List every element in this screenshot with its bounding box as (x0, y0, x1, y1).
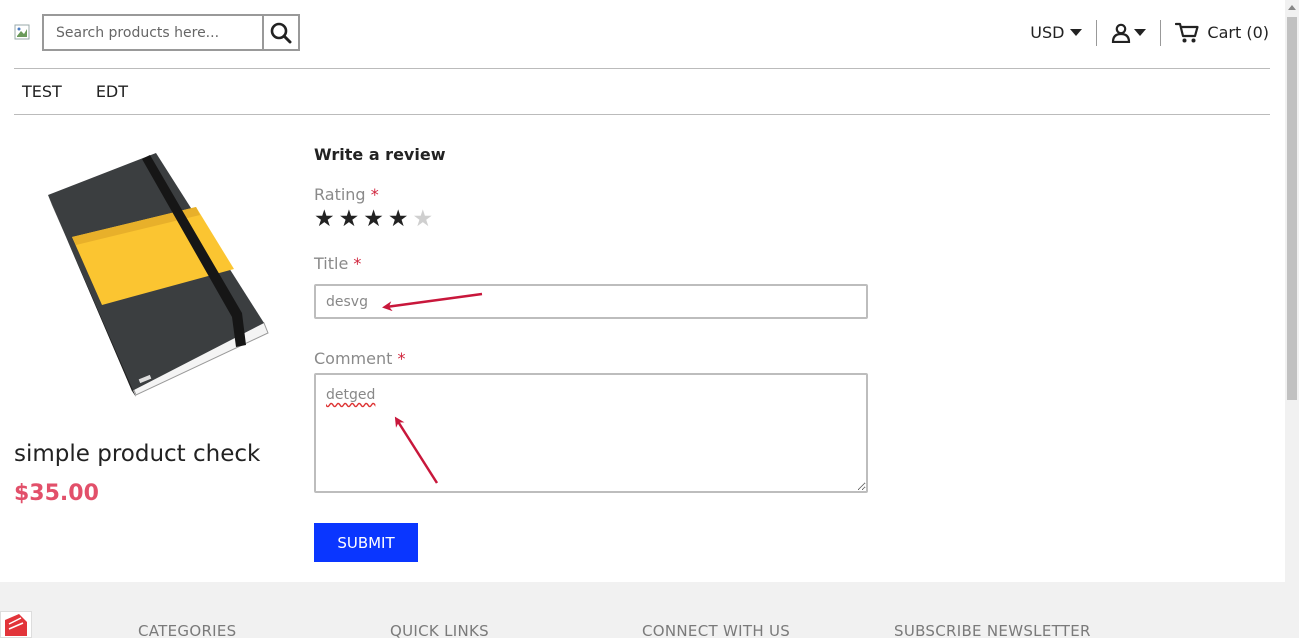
required-mark: * (370, 185, 379, 204)
required-mark: * (397, 349, 406, 368)
submit-button[interactable]: SUBMIT (314, 523, 418, 562)
footer-heading-newsletter: SUBSCRIBE NEWSLETTER (894, 622, 1091, 640)
cart-link[interactable]: Cart (0) (1175, 22, 1269, 44)
product-name: simple product check (14, 441, 261, 467)
required-mark: * (353, 254, 362, 273)
review-form: Write a review Rating * ★★★★★ Title * Co… (314, 145, 868, 562)
cart-icon (1175, 22, 1200, 42)
nav-item-test[interactable]: TEST (22, 82, 62, 101)
footer: CATEGORIES QUICK LINKS CONNECT WITH US S… (0, 582, 1285, 640)
search-input[interactable] (42, 14, 262, 51)
account-menu[interactable] (1111, 23, 1147, 43)
divider (1096, 19, 1098, 46)
app-badge[interactable] (0, 611, 32, 638)
app-badge-icon (5, 614, 27, 636)
title-label-text: Title (314, 254, 349, 273)
star-filled-icon[interactable]: ★ (339, 207, 360, 231)
scrollbar-thumb[interactable] (1287, 17, 1297, 400)
header-actions: USD Cart (0) (1030, 14, 1269, 51)
product-price: $35.00 (14, 481, 99, 506)
title-input[interactable] (314, 284, 868, 319)
notebook-image[interactable] (36, 145, 276, 405)
comment-label: Comment * (314, 349, 405, 368)
title-label: Title * (314, 254, 361, 273)
divider (1160, 19, 1162, 46)
caret-down-icon (1134, 29, 1147, 36)
review-heading: Write a review (314, 145, 446, 164)
currency-dropdown[interactable]: USD (1030, 23, 1083, 42)
star-filled-icon[interactable]: ★ (314, 207, 335, 231)
main-nav: TEST EDT (22, 82, 128, 101)
cart-label: Cart (0) (1207, 23, 1269, 42)
rating-label-text: Rating (314, 185, 366, 204)
search-bar (42, 14, 300, 51)
footer-heading-categories: CATEGORIES (138, 622, 237, 640)
caret-down-icon (1070, 29, 1083, 36)
currency-label: USD (1030, 23, 1065, 42)
comment-label-text: Comment (314, 349, 393, 368)
star-filled-icon[interactable]: ★ (388, 207, 409, 231)
user-icon (1112, 23, 1131, 43)
comment-textarea[interactable] (314, 373, 868, 493)
footer-heading-connect: CONNECT WITH US (642, 622, 791, 640)
nav-divider (14, 114, 1270, 115)
footer-heading-quick-links: QUICK LINKS (390, 622, 489, 640)
search-icon (270, 22, 292, 43)
star-filled-icon[interactable]: ★ (363, 207, 384, 231)
search-button[interactable] (262, 14, 300, 51)
vertical-scrollbar[interactable] (1285, 0, 1299, 638)
rating-label: Rating * (314, 185, 379, 204)
star-empty-icon[interactable]: ★ (413, 207, 434, 231)
scroll-up-icon[interactable] (1288, 5, 1296, 10)
page: USD Cart (0) TEST EDT (0, 0, 1285, 640)
broken-logo-image[interactable] (14, 24, 30, 40)
star-rating[interactable]: ★ ★ ★ ★ ★ (314, 207, 433, 231)
nav-item-edt[interactable]: EDT (96, 82, 128, 101)
header-divider (14, 68, 1270, 69)
